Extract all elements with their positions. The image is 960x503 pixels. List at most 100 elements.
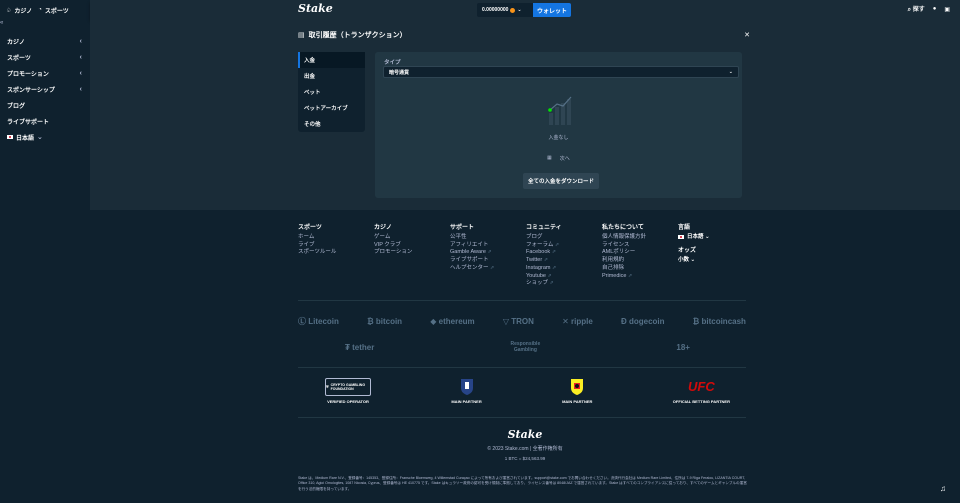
chevron-left-icon: ‹ bbox=[79, 69, 82, 77]
sidebar-item-live-support[interactable]: ライブサポート bbox=[0, 113, 90, 129]
crypto-name: Litecoin bbox=[308, 317, 339, 326]
sidebar-item-label: カジノ bbox=[7, 39, 25, 46]
sidebar-language-selector[interactable]: 日本語 ⌄ bbox=[0, 129, 90, 145]
wallet-button[interactable]: ウォレット bbox=[533, 3, 571, 17]
partner-everton[interactable]: MAIN PARTNER bbox=[451, 378, 482, 404]
sidebar-item-blog[interactable]: ブログ bbox=[0, 97, 90, 113]
footer-link-external[interactable]: ショップ ⇗ bbox=[526, 280, 602, 288]
menu-item-other[interactable]: その他 bbox=[298, 116, 365, 132]
stake-logo[interactable]: Stake bbox=[298, 2, 333, 15]
footer-link[interactable]: ゲーム bbox=[374, 234, 450, 242]
tab-sports-label: スポーツ bbox=[44, 8, 69, 15]
bitcoin-icon bbox=[510, 7, 516, 13]
partner-watford[interactable]: MAIN PARTNER bbox=[562, 378, 592, 404]
footer-col-title: カジノ bbox=[374, 225, 392, 231]
crypto-name: ethereum bbox=[438, 317, 475, 326]
footer-col-title: オッズ bbox=[678, 247, 697, 254]
footer-link-external[interactable]: フォーラム ⇗ bbox=[526, 242, 602, 250]
menu-item-withdrawal[interactable]: 出金 bbox=[298, 68, 365, 84]
footer-link-external[interactable]: Primedice ⇗ bbox=[602, 273, 678, 281]
footer-link[interactable]: 個人情報保護方針 bbox=[602, 234, 678, 242]
footer-link[interactable]: スポーツルール bbox=[298, 249, 374, 257]
footer-link-external[interactable]: Twitter ⇗ bbox=[526, 257, 602, 265]
sidebar-item-sponsorship[interactable]: スポンサーシップ ‹ bbox=[0, 81, 90, 97]
ufc-logo: UFC bbox=[688, 379, 715, 394]
crypto-logos: Ⓛ Litecoin ₿ bitcoin ◆ ethereum ▽ TRON ✕… bbox=[298, 316, 746, 327]
headset-icon: ♫ bbox=[940, 484, 946, 493]
close-icon[interactable]: ✕ bbox=[744, 31, 750, 39]
footer-link-text: Youtube bbox=[526, 272, 546, 279]
menu-item-bet-archive[interactable]: ベットアーカイブ bbox=[298, 100, 365, 116]
footer-col-title: コミュニティ bbox=[526, 225, 562, 231]
type-select-value: 暗号通貨 bbox=[389, 69, 410, 76]
chevron-down-icon: ⌄ bbox=[37, 134, 43, 141]
footer-col-title: 私たちについて bbox=[602, 225, 644, 231]
chat-icon[interactable]: ▣ bbox=[944, 6, 950, 13]
footer-link[interactable]: AMLポリシー bbox=[602, 249, 678, 257]
footer-link-external[interactable]: ヘルプセンター ⇗ bbox=[450, 265, 526, 273]
footer-link[interactable]: ブログ bbox=[526, 234, 602, 242]
sidebar-language-label: 日本語 bbox=[16, 135, 35, 142]
sidebar-item-label: ライブサポート bbox=[7, 119, 50, 126]
external-link-icon: ⇗ bbox=[490, 264, 495, 271]
footer-link-text: Twitter bbox=[526, 257, 543, 264]
footer: スポーツ ホーム ライブ スポーツルール カジノ ゲーム VIP クラブ プロモ… bbox=[90, 210, 960, 503]
footer-language-selector[interactable]: 日本語 ⌄ bbox=[678, 234, 754, 242]
partner-crypto-gambling-foundation[interactable]: ⛨ CRYPTO GAMBLING FOUNDATION VERIFIED OPE… bbox=[325, 378, 371, 404]
partner-label: VERIFIED OPERATOR bbox=[327, 399, 369, 404]
balance-display[interactable]: 0.00000000 ⌄ bbox=[477, 3, 533, 17]
menu-item-deposit[interactable]: 入金 bbox=[298, 52, 365, 68]
prev-page-icon[interactable]: ▦ bbox=[547, 155, 552, 162]
footer-link[interactable]: プロモーション bbox=[374, 249, 450, 257]
tab-sports[interactable]: ◔ スポーツ bbox=[38, 6, 69, 15]
crypto-name: bitcoincash bbox=[701, 317, 746, 326]
search-button[interactable]: ⌕ 探す bbox=[908, 4, 925, 14]
tab-casino[interactable]: ♤ カジノ bbox=[6, 6, 32, 15]
footer-link-external[interactable]: Gamble Aware ⇗ bbox=[450, 249, 526, 257]
ethereum-logo: ◆ ethereum bbox=[430, 317, 475, 326]
sidebar-item-promotions[interactable]: プロモーション ‹ bbox=[0, 65, 90, 81]
footer-link-text: Gamble Aware bbox=[450, 249, 486, 256]
next-page-button[interactable]: 次へ bbox=[560, 155, 570, 162]
footer-link-external[interactable]: Facebook ⇗ bbox=[526, 249, 602, 257]
footer-link-text: ショップ bbox=[526, 280, 549, 287]
external-link-icon: ⇗ bbox=[627, 272, 633, 279]
download-all-deposits-button[interactable]: 全ての入金をダウンロード bbox=[523, 173, 599, 189]
type-select[interactable]: 暗号通貨 ⌄ bbox=[383, 66, 739, 78]
footer-col-title: サポート bbox=[450, 225, 475, 231]
footer-link-external[interactable]: Instagram ⇗ bbox=[526, 265, 602, 273]
external-link-icon: ⇗ bbox=[549, 280, 554, 287]
everton-crest-icon bbox=[460, 379, 473, 395]
footer-link[interactable]: ホーム bbox=[298, 234, 374, 242]
sidebar-item-sports[interactable]: スポーツ ‹ bbox=[0, 49, 90, 65]
live-chat-button[interactable]: ♫ bbox=[940, 484, 952, 496]
pagination: ▦ 次へ bbox=[547, 155, 570, 162]
chevron-left-icon: ‹ bbox=[79, 37, 82, 45]
cgf-badge-text: CRYPTO GAMBLING FOUNDATION bbox=[330, 383, 366, 391]
footer-col-about: 私たちについて 個人情報保護方針 ライセンス AMLポリシー 利用規約 自己排除… bbox=[602, 222, 678, 288]
sports-icon: ◔ bbox=[38, 7, 42, 13]
cgf-badge: ⛨ CRYPTO GAMBLING FOUNDATION bbox=[325, 378, 371, 396]
footer-odds-selector[interactable]: 小数 ⌄ bbox=[678, 257, 754, 265]
modal-title: ▤ 取引履歴（トランザクション） bbox=[298, 30, 407, 40]
legal-text: Stake は、Medium Rare N.V.、登録番号：145353、登録住… bbox=[298, 476, 747, 491]
footer-link[interactable]: 公平性 bbox=[450, 234, 526, 242]
footer-col-language: 言語 日本語 ⌄ オッズ 小数 ⌄ bbox=[678, 222, 754, 288]
user-icon[interactable]: ● bbox=[933, 6, 937, 12]
partners-row: ⛨ CRYPTO GAMBLING FOUNDATION VERIFIED OPE… bbox=[325, 378, 730, 404]
footer-link[interactable]: 自己排除 bbox=[602, 265, 678, 273]
footer-link[interactable]: 利用規約 bbox=[602, 257, 678, 265]
sidebar-item-casino[interactable]: カジノ ‹ bbox=[0, 33, 90, 49]
footer-col-support: サポート 公平性 アフィリエイト Gamble Aware ⇗ ライブサポート … bbox=[450, 222, 526, 288]
sidebar-menu: カジノ ‹ スポーツ ‹ プロモーション ‹ スポンサーシップ ‹ ブログ ライブサポー… bbox=[0, 26, 90, 145]
header-actions: ⌕ 探す ● ▣ bbox=[908, 4, 950, 14]
copyright-text: © 2023 Stake.com | 全著作権所有 bbox=[487, 446, 563, 452]
transactions-icon: ▤ bbox=[298, 32, 305, 39]
search-label: 探す bbox=[912, 7, 925, 13]
menu-item-bets[interactable]: ベット bbox=[298, 84, 365, 100]
footer-link[interactable]: ライブサポート bbox=[450, 257, 526, 265]
tab-casino-label: カジノ bbox=[14, 8, 33, 15]
sidebar-item-label: プロモーション bbox=[7, 71, 49, 78]
partner-ufc[interactable]: UFC OFFICIAL BETTING PARTNER bbox=[673, 378, 730, 404]
footer-link[interactable]: アフィリエイト bbox=[450, 242, 526, 250]
